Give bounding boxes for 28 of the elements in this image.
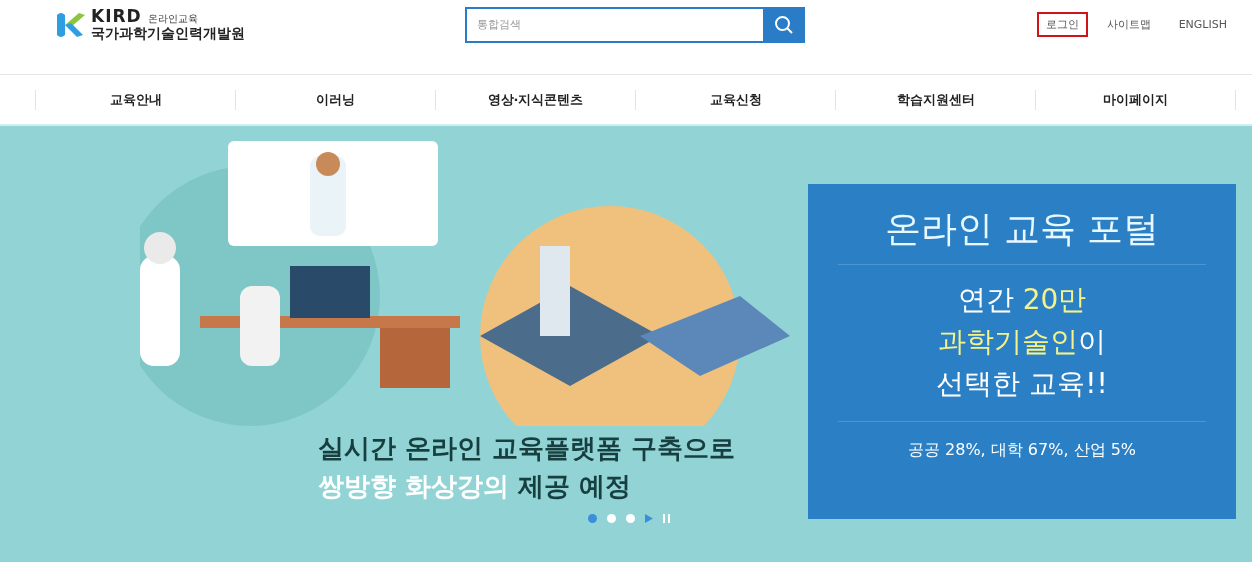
panel-text: 연간 20만 <box>957 282 1087 318</box>
panel-text: 선택한 교육!! <box>936 366 1108 402</box>
search-button[interactable] <box>763 6 805 43</box>
panel-title: 온라인 교육 포털 <box>838 204 1206 265</box>
panel-footnote: 공공 28%, 대학 67%, 산업 5% <box>907 440 1137 461</box>
logo-brand: KIRD 온라인교육 <box>91 8 199 27</box>
banner-headline: 쌍방향 화상강의 제공 예정 <box>318 470 633 503</box>
slide-dot[interactable] <box>626 514 635 523</box>
pause-icon[interactable] <box>663 514 670 523</box>
slide-dot[interactable] <box>607 514 616 523</box>
banner-headline: 실시간 온라인 교육플랫폼 구축으로 <box>318 432 737 465</box>
panel-text: 과학기술인이 <box>938 324 1106 360</box>
slide-dot[interactable] <box>588 514 597 523</box>
nav-item[interactable]: 교육신청 <box>635 89 835 110</box>
nav-item[interactable]: 이러닝 <box>235 89 435 110</box>
nav-item[interactable]: 교육안내 <box>35 89 235 110</box>
header-link[interactable]: 로그인 <box>1036 12 1088 37</box>
nav-item[interactable]: 학습지원센터 <box>835 89 1035 110</box>
logo-tagline: 온라인교육 <box>147 13 198 25</box>
search-icon <box>774 14 794 35</box>
logo-org-name: 국가과학기술인력개발원 <box>91 26 245 41</box>
header-link[interactable]: 사이트맵 <box>1097 12 1160 37</box>
nav-item[interactable]: 영상·지식콘텐츠 <box>435 89 635 110</box>
play-icon[interactable] <box>645 514 653 523</box>
logo-icon <box>55 10 85 39</box>
search-field[interactable]: 통합검색 <box>465 6 763 43</box>
nav-item[interactable]: 마이페이지 <box>1035 89 1236 110</box>
header-link[interactable]: ENGLISH <box>1169 13 1236 36</box>
